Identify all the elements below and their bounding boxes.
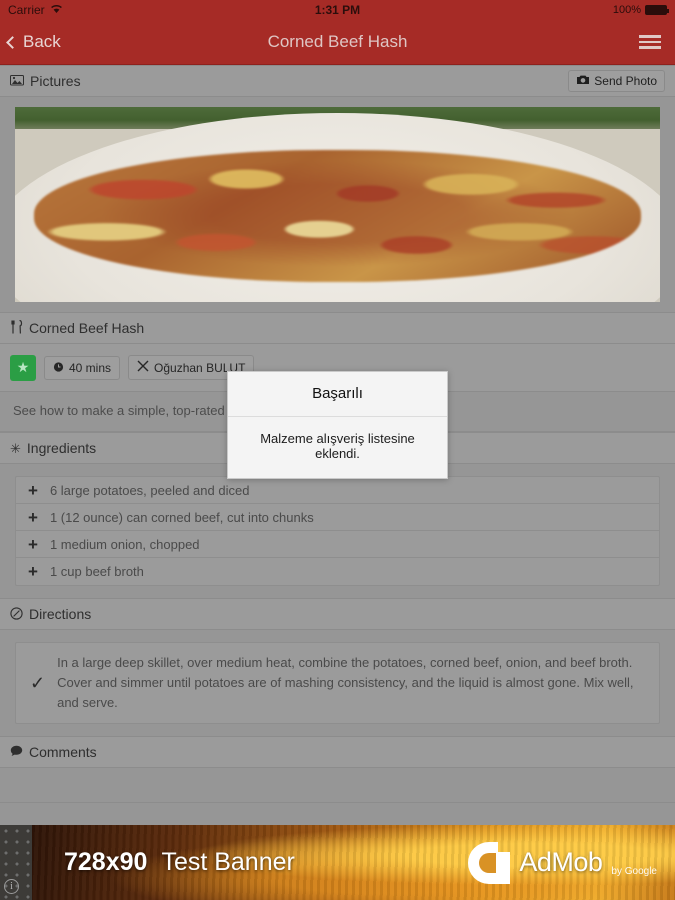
clock-icon	[53, 361, 64, 375]
pictures-header-label: Pictures	[30, 73, 81, 89]
pictures-section-header: Pictures Send Photo	[0, 65, 675, 97]
send-photo-label: Send Photo	[594, 74, 657, 88]
image-icon	[10, 74, 24, 88]
ingredient-label: 1 cup beef broth	[49, 564, 144, 579]
photo-food	[34, 149, 641, 283]
info-icon[interactable]: i	[4, 879, 19, 894]
page-title: Corned Beef Hash	[267, 32, 408, 51]
plus-icon[interactable]: +	[28, 509, 38, 526]
admob-banner[interactable]: 728x90 Test Banner AdMob by Google i	[0, 825, 675, 900]
recipe-title-header: Corned Beef Hash	[0, 312, 675, 344]
cook-time-chip[interactable]: 40 mins	[44, 355, 121, 380]
back-button[interactable]: Back	[0, 32, 61, 52]
battery-icon	[645, 5, 669, 15]
directions-section-header: Directions	[0, 598, 675, 630]
ingredient-label: 6 large potatoes, peeled and diced	[49, 482, 250, 498]
recipe-photo[interactable]	[15, 107, 660, 302]
comments-section-header: Comments	[0, 736, 675, 769]
chevron-left-icon	[6, 35, 19, 49]
admob-logo-icon	[468, 841, 511, 884]
star-icon: ★	[16, 359, 30, 375]
ingredient-label: 1 (12 ounce) can corned beef, cut into c…	[49, 509, 314, 525]
check-icon[interactable]: ✓	[30, 674, 45, 692]
fork-knife-icon	[10, 319, 23, 336]
app-root: Carrier 1:31 PM 100% Back Corned Beef Ha…	[0, 0, 675, 900]
list-item[interactable]: ✓ In a large deep skillet, over medium h…	[16, 643, 659, 723]
list-item[interactable]: + 1 medium onion, chopped	[16, 531, 659, 558]
list-item[interactable]: + 1 cup beef broth	[16, 558, 659, 585]
back-button-label: Back	[23, 32, 61, 51]
hamburger-menu-icon[interactable]	[639, 35, 661, 49]
directions-header-label: Directions	[29, 606, 92, 622]
ingredient-label: 1 medium onion, chopped	[49, 536, 200, 552]
camera-icon	[576, 74, 590, 88]
ingredients-header-label: Ingredients	[26, 440, 97, 456]
direction-step-label: In a large deep skillet, over medium hea…	[57, 655, 634, 711]
recipe-photo-container	[0, 97, 675, 312]
recipe-title-label: Corned Beef Hash	[29, 320, 145, 336]
battery-percent-label: 100%	[612, 4, 641, 16]
cook-time-label: 40 mins	[69, 360, 112, 375]
admob-brand-label: AdMob	[519, 847, 603, 877]
content-tail-gap	[0, 803, 675, 822]
status-bar: Carrier 1:31 PM 100%	[0, 0, 675, 20]
status-bar-clock: 1:31 PM	[314, 3, 361, 17]
asterisk-icon: ✳	[10, 440, 21, 456]
comments-body	[0, 768, 675, 804]
admob-size-label: 728x90	[64, 848, 148, 876]
plus-icon[interactable]: +	[28, 482, 38, 499]
clock-check-icon	[10, 606, 23, 622]
alert-dialog-title: Başarılı	[312, 385, 363, 402]
comments-header-label: Comments	[29, 744, 97, 761]
admob-artwork: 728x90 Test Banner AdMob by Google	[32, 825, 675, 900]
list-item[interactable]: + 6 large potatoes, peeled and diced	[16, 477, 659, 504]
alert-dialog-message: Malzeme alışveriş listesine eklendi.	[260, 431, 415, 461]
admob-brand: AdMob by Google	[468, 841, 657, 884]
plus-icon[interactable]: +	[28, 563, 38, 580]
ingredients-list: + 6 large potatoes, peeled and diced + 1…	[15, 476, 660, 586]
directions-list: ✓ In a large deep skillet, over medium h…	[15, 642, 660, 725]
favorite-button[interactable]: ★	[10, 354, 36, 381]
admob-test-banner-label: Test Banner	[161, 848, 295, 876]
utensils-icon	[137, 360, 149, 375]
status-bar-right: 100%	[612, 4, 669, 16]
admob-banner-text: 728x90 Test Banner	[64, 848, 295, 877]
alert-dialog: Başarılı Malzeme alışveriş listesine ekl…	[227, 371, 448, 479]
comment-icon	[10, 745, 23, 759]
navigation-bar: Back Corned Beef Hash	[0, 20, 675, 65]
plus-icon[interactable]: +	[28, 536, 38, 553]
send-photo-button[interactable]: Send Photo	[568, 70, 665, 92]
admob-by-google-label: by Google	[611, 865, 657, 877]
list-item[interactable]: + 1 (12 ounce) can corned beef, cut into…	[16, 504, 659, 531]
